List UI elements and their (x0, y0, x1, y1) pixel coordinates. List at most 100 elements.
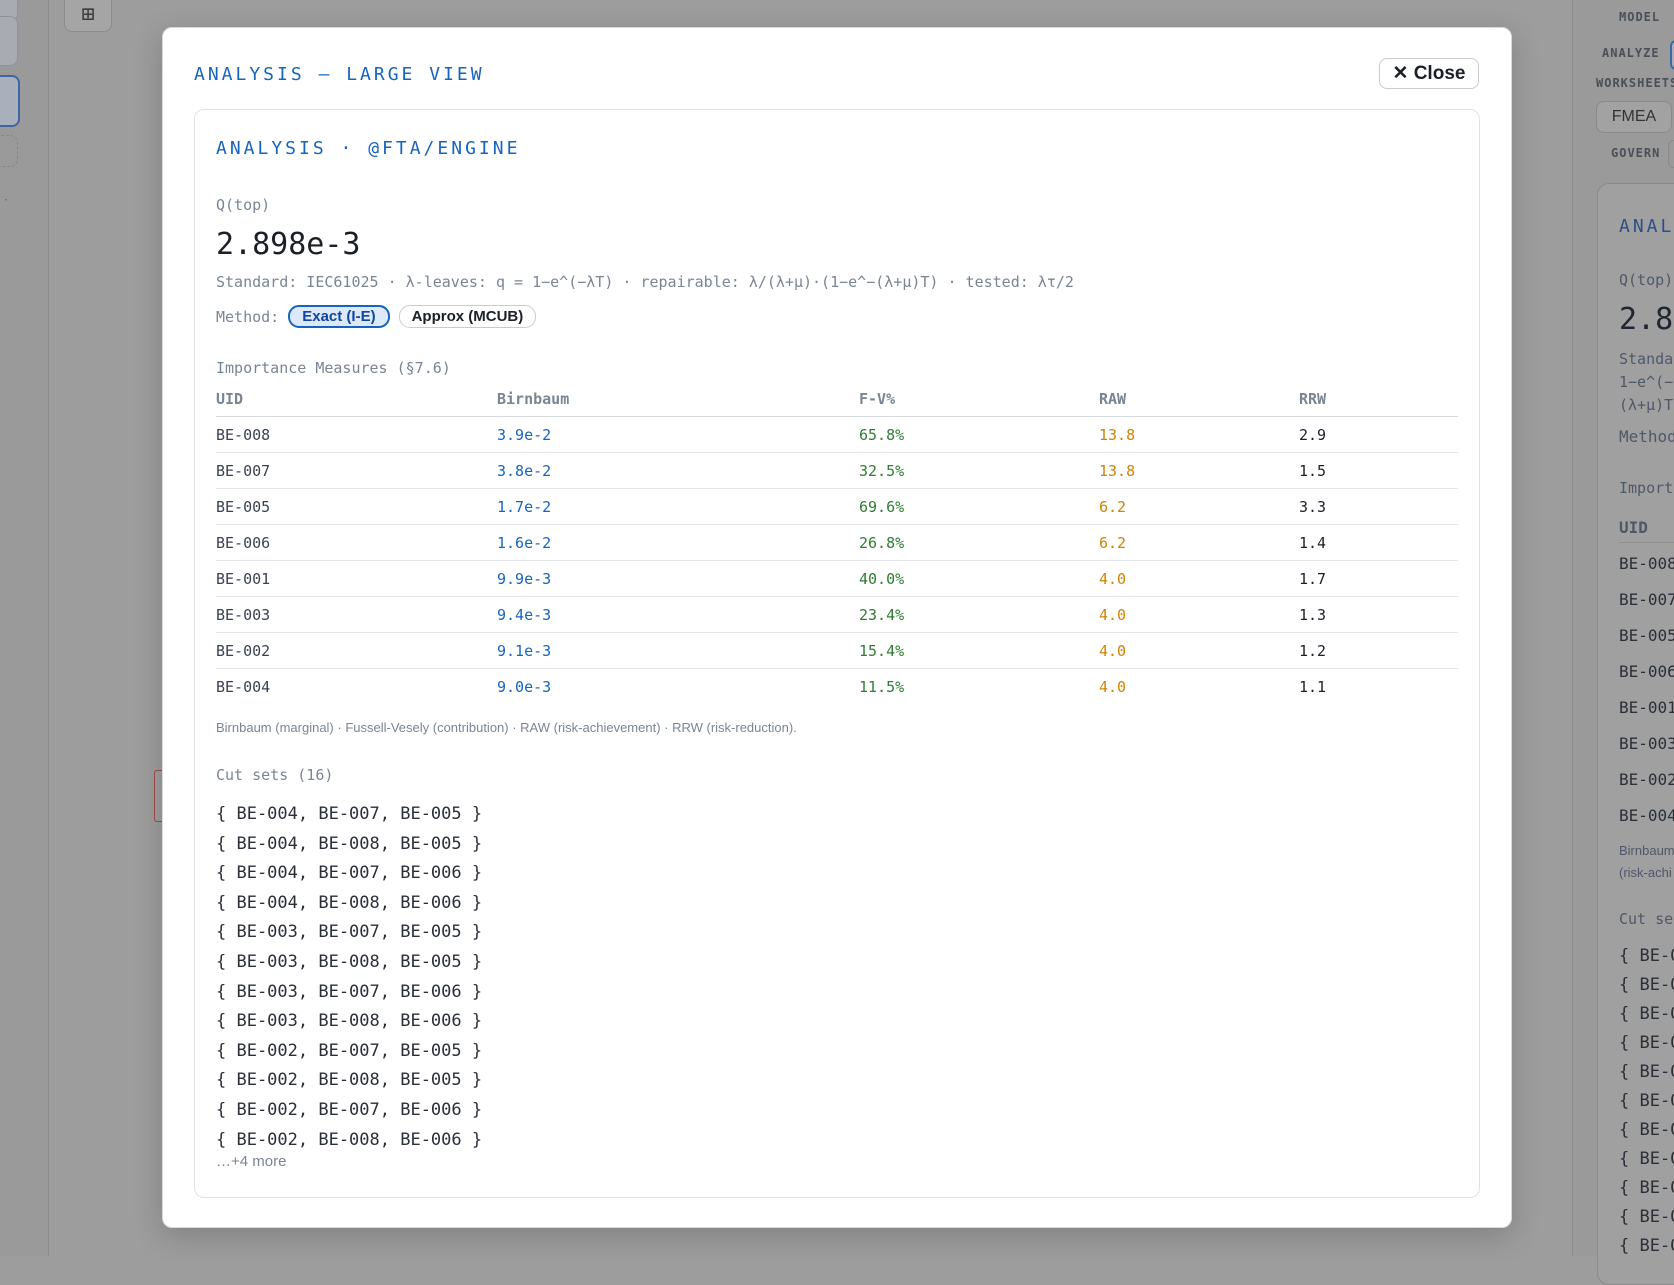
method-label: Method: (216, 307, 280, 326)
standard-text: Standard: IEC61025 · λ-leaves: q = 1−e^(… (216, 273, 1074, 291)
importance-footnote: Birnbaum (marginal) · Fussell-Vesely (co… (216, 720, 797, 735)
card-title: ANALYSIS · @FTA/ENGINE (216, 138, 521, 159)
cell-fv: 32.5% (859, 452, 1099, 489)
cutset-item: { BE-004, BE-008, BE-006 } (216, 892, 483, 913)
cell-fv: 69.6% (859, 488, 1099, 525)
analyze-toggle[interactable] (1670, 40, 1674, 70)
cell-birnbaum: 3.8e-2 (497, 452, 859, 489)
fmea-button[interactable]: FMEA (1596, 101, 1672, 133)
cell-raw: 6.2 (1099, 488, 1299, 525)
method-approx-button[interactable]: Approx (MCUB) (398, 305, 537, 328)
cell-fv: 65.8% (859, 416, 1099, 453)
close-button[interactable]: ✕ Close (1379, 58, 1479, 89)
rail-dot-icon: · (3, 195, 10, 206)
cell-birnbaum: 9.9e-3 (497, 560, 859, 597)
cell-birnbaum: 9.0e-3 (497, 677, 552, 696)
cell-uid: BE-002 (216, 632, 497, 669)
panel-cutset: { BE-0 (1619, 1236, 1674, 1256)
panel-cutset: { BE-0 (1619, 1178, 1674, 1198)
importance-heading: Importance Measures (§7.6) (216, 359, 451, 377)
table-row: BE-007 3.8e-2 32.5% 13.8 1.5 (216, 452, 1458, 489)
cell-uid: BE-006 (216, 524, 497, 561)
sidebar-label-analyze: ANALYZE (1602, 46, 1660, 60)
cell-rrw: 1.5 (1299, 452, 1458, 489)
column-header-uid: UID (216, 382, 497, 417)
govern-toggle[interactable] (1668, 140, 1674, 168)
qtop-value: 2.898e-3 (216, 227, 361, 262)
modal-title: ANALYSIS — LARGE VIEW (194, 64, 485, 85)
cell-raw: 4.0 (1099, 632, 1299, 669)
panel-divider (1619, 542, 1674, 543)
cell-uid: BE-007 (216, 452, 497, 489)
column-header-fv: F-V% (859, 382, 1099, 417)
panel-cutset: { BE-0 (1619, 1149, 1674, 1169)
cutset-item: { BE-002, BE-008, BE-005 } (216, 1070, 483, 1091)
panel-uid: BE-008 (1619, 554, 1674, 573)
panel-cutset: { BE-0 (1619, 1120, 1674, 1140)
panel-footnote: Birnbaum (risk-achi (1619, 843, 1674, 880)
method-exact-button[interactable]: Exact (I-E) (288, 305, 390, 328)
panel-cutset: { BE-0 (1619, 1207, 1674, 1227)
cell-raw: 13.8 (1099, 452, 1299, 489)
analysis-modal: ANALYSIS — LARGE VIEW ✕ Close ANALYSIS ·… (162, 27, 1512, 1228)
cell-birnbaum: 1.7e-2 (497, 488, 859, 525)
cell-fv: 23.4% (859, 596, 1099, 633)
panel-cutset: { BE-0 (1619, 1062, 1674, 1082)
panel-title: ANALY (1619, 216, 1674, 237)
cell-rrw: 1.4 (1299, 524, 1458, 561)
panel-uid: BE-005 (1619, 626, 1674, 645)
panel-importance-label: Import (1619, 479, 1674, 497)
cutset-item: { BE-004, BE-007, BE-006 } (216, 863, 483, 884)
panel-uid-header: UID (1619, 518, 1648, 537)
qtop-label: Q(top) (216, 196, 271, 214)
sidebar-label-worksheets: WORKSHEETS (1596, 76, 1674, 90)
cell-fv: 40.0% (859, 560, 1099, 597)
cell-raw: 13.8 (1099, 416, 1299, 453)
table-row: BE-006 1.6e-2 26.8% 6.2 1.4 (216, 524, 1458, 561)
table-row: BE-005 1.7e-2 69.6% 6.2 3.3 (216, 488, 1458, 525)
cell-birnbaum: 9.1e-3 (497, 632, 859, 669)
cell-raw: 6.2 (1099, 524, 1299, 561)
cell-rrw: 2.9 (1299, 416, 1458, 453)
cell-fv: 15.4% (859, 632, 1099, 669)
cell-uid: BE-004 (216, 677, 271, 696)
cutset-item: { BE-003, BE-008, BE-006 } (216, 1011, 483, 1032)
sidebar-label-govern: GOVERN (1611, 146, 1661, 160)
panel-method-label: Method (1619, 427, 1674, 446)
background-analysis-panel: ANALY Q(top) 2.89 Standa 1−e^(− (λ+μ)T M… (1597, 183, 1674, 1285)
cutsets-heading: Cut sets (16) (216, 766, 334, 784)
importance-table: UID Birnbaum F-V% RAW RRW BE-008 3.9e-2 … (216, 382, 1458, 704)
rail-button-active[interactable] (0, 75, 20, 127)
panel-uid: BE-007 (1619, 590, 1674, 609)
cell-rrw: 1.2 (1299, 632, 1458, 669)
panel-cutset: { BE-0 (1619, 1004, 1674, 1024)
cell-fv: 11.5% (859, 677, 905, 696)
cutset-item: { BE-004, BE-007, BE-005 } (216, 804, 483, 824)
panel-uid: BE-004 (1619, 806, 1674, 825)
cell-raw: 4.0 (1099, 560, 1299, 597)
method-selector: Method: Exact (I-E) Approx (MCUB) (216, 305, 537, 328)
cutset-item: { BE-003, BE-008, BE-005 } (216, 951, 483, 972)
column-header-birnbaum: Birnbaum (497, 382, 859, 417)
panel-cutset: { BE-0 (1619, 1033, 1674, 1053)
more-cutsets-link[interactable]: …+4 more (216, 1153, 286, 1170)
table-header-row: UID Birnbaum F-V% RAW RRW (216, 382, 1458, 417)
panel-standard-text: Standa 1−e^(− (λ+μ)T (1619, 350, 1674, 414)
cell-birnbaum: 3.9e-2 (497, 416, 859, 453)
cell-rrw: 3.3 (1299, 488, 1458, 525)
table-row: BE-008 3.9e-2 65.8% 13.8 2.9 (216, 416, 1458, 453)
cutset-item: { BE-003, BE-007, BE-006 } (216, 981, 483, 1002)
panel-qtop-label: Q(top) (1619, 271, 1674, 289)
grid-icon[interactable]: ⊞ (64, 0, 112, 32)
cutset-item: { BE-004, BE-008, BE-005 } (216, 833, 483, 854)
panel-cutset: { BE-0 (1619, 975, 1674, 995)
rail-button[interactable] (0, 16, 18, 66)
column-header-raw: RAW (1099, 382, 1299, 417)
column-header-rrw: RRW (1299, 382, 1458, 417)
cell-rrw: 1.1 (1299, 677, 1327, 696)
cell-birnbaum: 9.4e-3 (497, 596, 859, 633)
cell-fv: 26.8% (859, 524, 1099, 561)
cutset-item: { BE-002, BE-007, BE-005 } (216, 1040, 483, 1061)
rail-add-slot[interactable] (0, 135, 18, 167)
panel-cutset: { BE-0 (1619, 1091, 1674, 1111)
